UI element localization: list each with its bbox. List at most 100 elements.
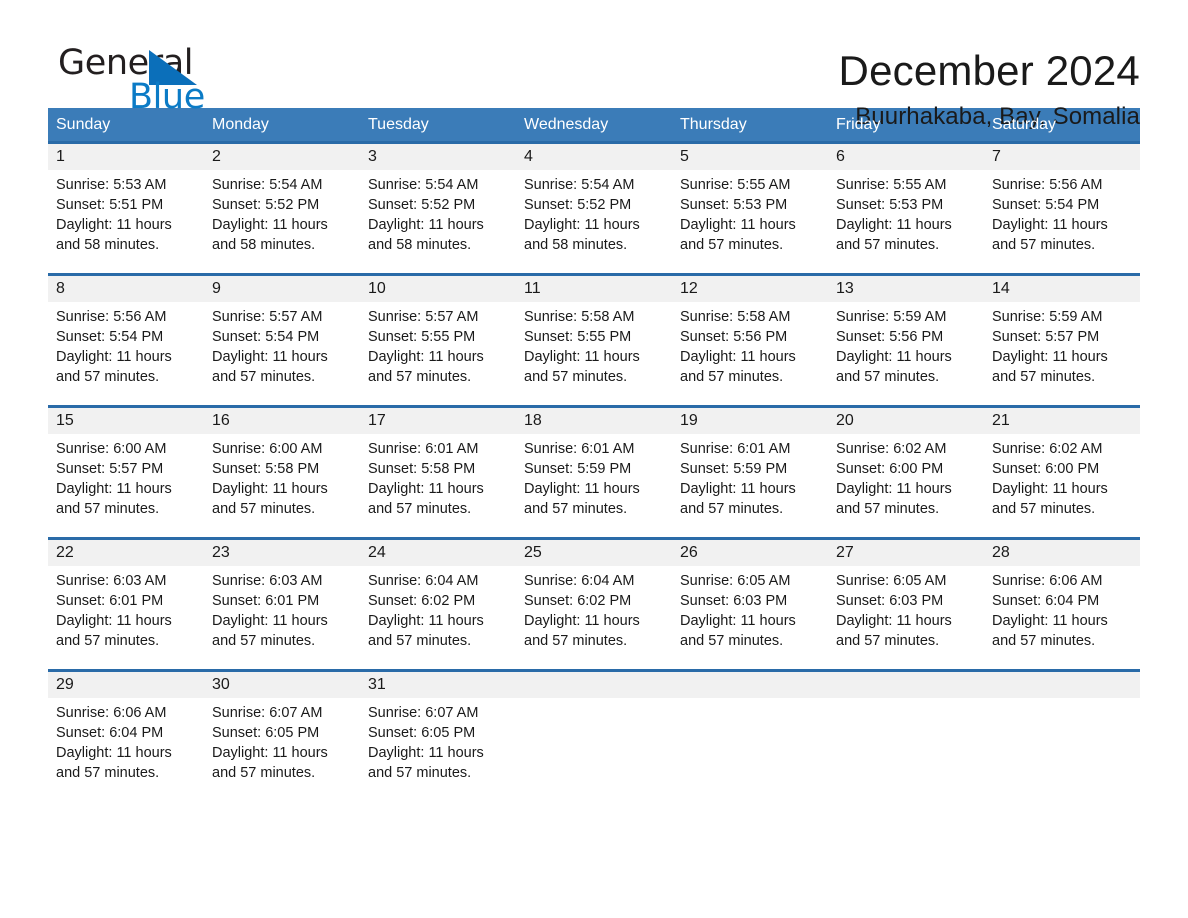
sunrise-text: Sunrise: 5:54 AM (368, 177, 479, 193)
sunrise-text: Sunrise: 6:02 AM (992, 441, 1103, 457)
day-number: 6 (828, 144, 984, 170)
sunset-text: Sunset: 6:00 PM (836, 461, 944, 477)
sunrise-text: Sunrise: 6:07 AM (212, 705, 323, 721)
calendar-day-cell[interactable]: 1 Sunrise: 5:53 AM Sunset: 5:51 PM Daylight… (48, 144, 204, 273)
calendar-day-cell[interactable]: 7 Sunrise: 5:56 AM Sunset: 5:54 PM Daylight… (984, 144, 1140, 273)
day-info: Sunrise: 6:02 AM Sunset: 6:00 PM Daylight:… (984, 434, 1140, 519)
weekday-header-saturday: Saturday (992, 116, 1057, 133)
day-info: Sunrise: 5:56 AM Sunset: 5:54 PM Daylight:… (48, 302, 204, 387)
day-number: 1 (48, 144, 204, 170)
sunrise-text: Sunrise: 6:02 AM (836, 441, 947, 457)
day-number: 30 (204, 672, 360, 698)
sunset-text: Sunset: 5:58 PM (212, 461, 320, 477)
day-number: 19 (672, 408, 828, 434)
day-number: 26 (672, 540, 828, 566)
daylight-text: Daylight: 11 hours and 57 minutes. (56, 349, 172, 385)
day-number: 17 (360, 408, 516, 434)
daylight-text: Daylight: 11 hours and 57 minutes. (368, 481, 484, 517)
sunset-text: Sunset: 5:57 PM (56, 461, 164, 477)
day-number: 27 (828, 540, 984, 566)
day-info: Sunrise: 6:07 AM Sunset: 6:05 PM Daylight:… (360, 698, 516, 783)
sunrise-text: Sunrise: 6:03 AM (56, 573, 167, 589)
sunset-text: Sunset: 5:54 PM (56, 329, 164, 345)
day-info: Sunrise: 5:58 AM Sunset: 5:56 PM Daylight:… (672, 302, 828, 387)
day-number: 9 (204, 276, 360, 302)
calendar-day-cell[interactable]: 4 Sunrise: 5:54 AM Sunset: 5:52 PM Daylight… (516, 144, 672, 273)
sunrise-text: Sunrise: 6:04 AM (524, 573, 635, 589)
calendar-day-cell[interactable]: 23 Sunrise: 6:03 AM Sunset: 6:01 PM Dayligh… (204, 540, 360, 669)
sunrise-text: Sunrise: 5:59 AM (992, 309, 1103, 325)
calendar-day-cell[interactable]: 25 Sunrise: 6:04 AM Sunset: 6:02 PM Dayligh… (516, 540, 672, 669)
calendar-day-cell-empty (828, 672, 984, 801)
sunrise-text: Sunrise: 6:00 AM (56, 441, 167, 457)
weekday-header-friday: Friday (836, 116, 881, 133)
calendar-day-cell[interactable]: 16 Sunrise: 6:00 AM Sunset: 5:58 PM Dayligh… (204, 408, 360, 537)
day-info: Sunrise: 5:57 AM Sunset: 5:55 PM Daylight:… (360, 302, 516, 387)
calendar-day-cell[interactable]: 21 Sunrise: 6:02 AM Sunset: 6:00 PM Dayligh… (984, 408, 1140, 537)
sunrise-text: Sunrise: 6:05 AM (836, 573, 947, 589)
day-number (984, 672, 1140, 698)
calendar-day-cell[interactable]: 12 Sunrise: 5:58 AM Sunset: 5:56 PM Dayligh… (672, 276, 828, 405)
day-info (516, 698, 672, 703)
day-info (672, 698, 828, 703)
calendar-day-cell[interactable]: 22 Sunrise: 6:03 AM Sunset: 6:01 PM Dayligh… (48, 540, 204, 669)
day-number: 8 (48, 276, 204, 302)
calendar-day-cell[interactable]: 31 Sunrise: 6:07 AM Sunset: 6:05 PM Dayligh… (360, 672, 516, 801)
day-info: Sunrise: 5:59 AM Sunset: 5:56 PM Daylight:… (828, 302, 984, 387)
day-info: Sunrise: 5:59 AM Sunset: 5:57 PM Daylight:… (984, 302, 1140, 387)
daylight-text: Daylight: 11 hours and 57 minutes. (56, 481, 172, 517)
calendar-day-cell[interactable]: 3 Sunrise: 5:54 AM Sunset: 5:52 PM Daylight… (360, 144, 516, 273)
calendar-week-row: 15 Sunrise: 6:00 AM Sunset: 5:57 PM Dayligh… (48, 405, 1140, 537)
day-number: 18 (516, 408, 672, 434)
sunrise-text: Sunrise: 5:57 AM (368, 309, 479, 325)
daylight-text: Daylight: 11 hours and 57 minutes. (212, 349, 328, 385)
calendar-weeks: 1 Sunrise: 5:53 AM Sunset: 5:51 PM Daylight… (48, 141, 1140, 801)
calendar-day-cell[interactable]: 15 Sunrise: 6:00 AM Sunset: 5:57 PM Dayligh… (48, 408, 204, 537)
daylight-text: Daylight: 11 hours and 57 minutes. (680, 613, 796, 649)
sunset-text: Sunset: 5:53 PM (836, 197, 944, 213)
day-number: 7 (984, 144, 1140, 170)
daylight-text: Daylight: 11 hours and 57 minutes. (56, 745, 172, 781)
day-number: 5 (672, 144, 828, 170)
daylight-text: Daylight: 11 hours and 57 minutes. (836, 349, 952, 385)
calendar-day-cell[interactable]: 5 Sunrise: 5:55 AM Sunset: 5:53 PM Daylight… (672, 144, 828, 273)
calendar-week-row: 1 Sunrise: 5:53 AM Sunset: 5:51 PM Daylight… (48, 141, 1140, 273)
day-info: Sunrise: 6:04 AM Sunset: 6:02 PM Daylight:… (516, 566, 672, 651)
day-number: 22 (48, 540, 204, 566)
day-info: Sunrise: 5:55 AM Sunset: 5:53 PM Daylight:… (672, 170, 828, 255)
sunset-text: Sunset: 5:56 PM (680, 329, 788, 345)
day-number: 3 (360, 144, 516, 170)
calendar-day-cell[interactable]: 17 Sunrise: 6:01 AM Sunset: 5:58 PM Dayligh… (360, 408, 516, 537)
calendar-day-cell[interactable]: 11 Sunrise: 5:58 AM Sunset: 5:55 PM Dayligh… (516, 276, 672, 405)
calendar-day-cell[interactable]: 18 Sunrise: 6:01 AM Sunset: 5:59 PM Dayligh… (516, 408, 672, 537)
calendar-day-cell[interactable]: 6 Sunrise: 5:55 AM Sunset: 5:53 PM Daylight… (828, 144, 984, 273)
calendar-week-row: 29 Sunrise: 6:06 AM Sunset: 6:04 PM Dayligh… (48, 669, 1140, 801)
calendar-day-cell[interactable]: 27 Sunrise: 6:05 AM Sunset: 6:03 PM Dayligh… (828, 540, 984, 669)
day-info: Sunrise: 5:58 AM Sunset: 5:55 PM Daylight:… (516, 302, 672, 387)
calendar-day-cell[interactable]: 8 Sunrise: 5:56 AM Sunset: 5:54 PM Daylight… (48, 276, 204, 405)
calendar-day-cell[interactable]: 13 Sunrise: 5:59 AM Sunset: 5:56 PM Dayligh… (828, 276, 984, 405)
calendar-day-cell[interactable]: 2 Sunrise: 5:54 AM Sunset: 5:52 PM Daylight… (204, 144, 360, 273)
calendar-day-cell[interactable]: 29 Sunrise: 6:06 AM Sunset: 6:04 PM Dayligh… (48, 672, 204, 801)
sunrise-text: Sunrise: 6:06 AM (992, 573, 1103, 589)
day-info: Sunrise: 5:54 AM Sunset: 5:52 PM Daylight:… (360, 170, 516, 255)
calendar-day-cell[interactable]: 30 Sunrise: 6:07 AM Sunset: 6:05 PM Dayligh… (204, 672, 360, 801)
daylight-text: Daylight: 11 hours and 57 minutes. (212, 481, 328, 517)
general-blue-logo[interactable]: General Blue (48, 44, 248, 116)
calendar-day-cell[interactable]: 28 Sunrise: 6:06 AM Sunset: 6:04 PM Dayligh… (984, 540, 1140, 669)
calendar-day-cell[interactable]: 24 Sunrise: 6:04 AM Sunset: 6:02 PM Dayligh… (360, 540, 516, 669)
sunrise-text: Sunrise: 5:58 AM (680, 309, 791, 325)
sunset-text: Sunset: 5:59 PM (680, 461, 788, 477)
weekday-header-thursday: Thursday (680, 116, 747, 133)
calendar-day-cell[interactable]: 9 Sunrise: 5:57 AM Sunset: 5:54 PM Daylight… (204, 276, 360, 405)
calendar-day-cell[interactable]: 10 Sunrise: 5:57 AM Sunset: 5:55 PM Dayligh… (360, 276, 516, 405)
day-number: 23 (204, 540, 360, 566)
sunrise-text: Sunrise: 5:54 AM (212, 177, 323, 193)
sunset-text: Sunset: 6:05 PM (368, 725, 476, 741)
calendar-day-cell[interactable]: 14 Sunrise: 5:59 AM Sunset: 5:57 PM Dayligh… (984, 276, 1140, 405)
calendar-day-cell[interactable]: 19 Sunrise: 6:01 AM Sunset: 5:59 PM Dayligh… (672, 408, 828, 537)
calendar-day-cell[interactable]: 20 Sunrise: 6:02 AM Sunset: 6:00 PM Dayligh… (828, 408, 984, 537)
sunrise-text: Sunrise: 5:54 AM (524, 177, 635, 193)
calendar-day-cell-empty (984, 672, 1140, 801)
calendar-day-cell[interactable]: 26 Sunrise: 6:05 AM Sunset: 6:03 PM Dayligh… (672, 540, 828, 669)
